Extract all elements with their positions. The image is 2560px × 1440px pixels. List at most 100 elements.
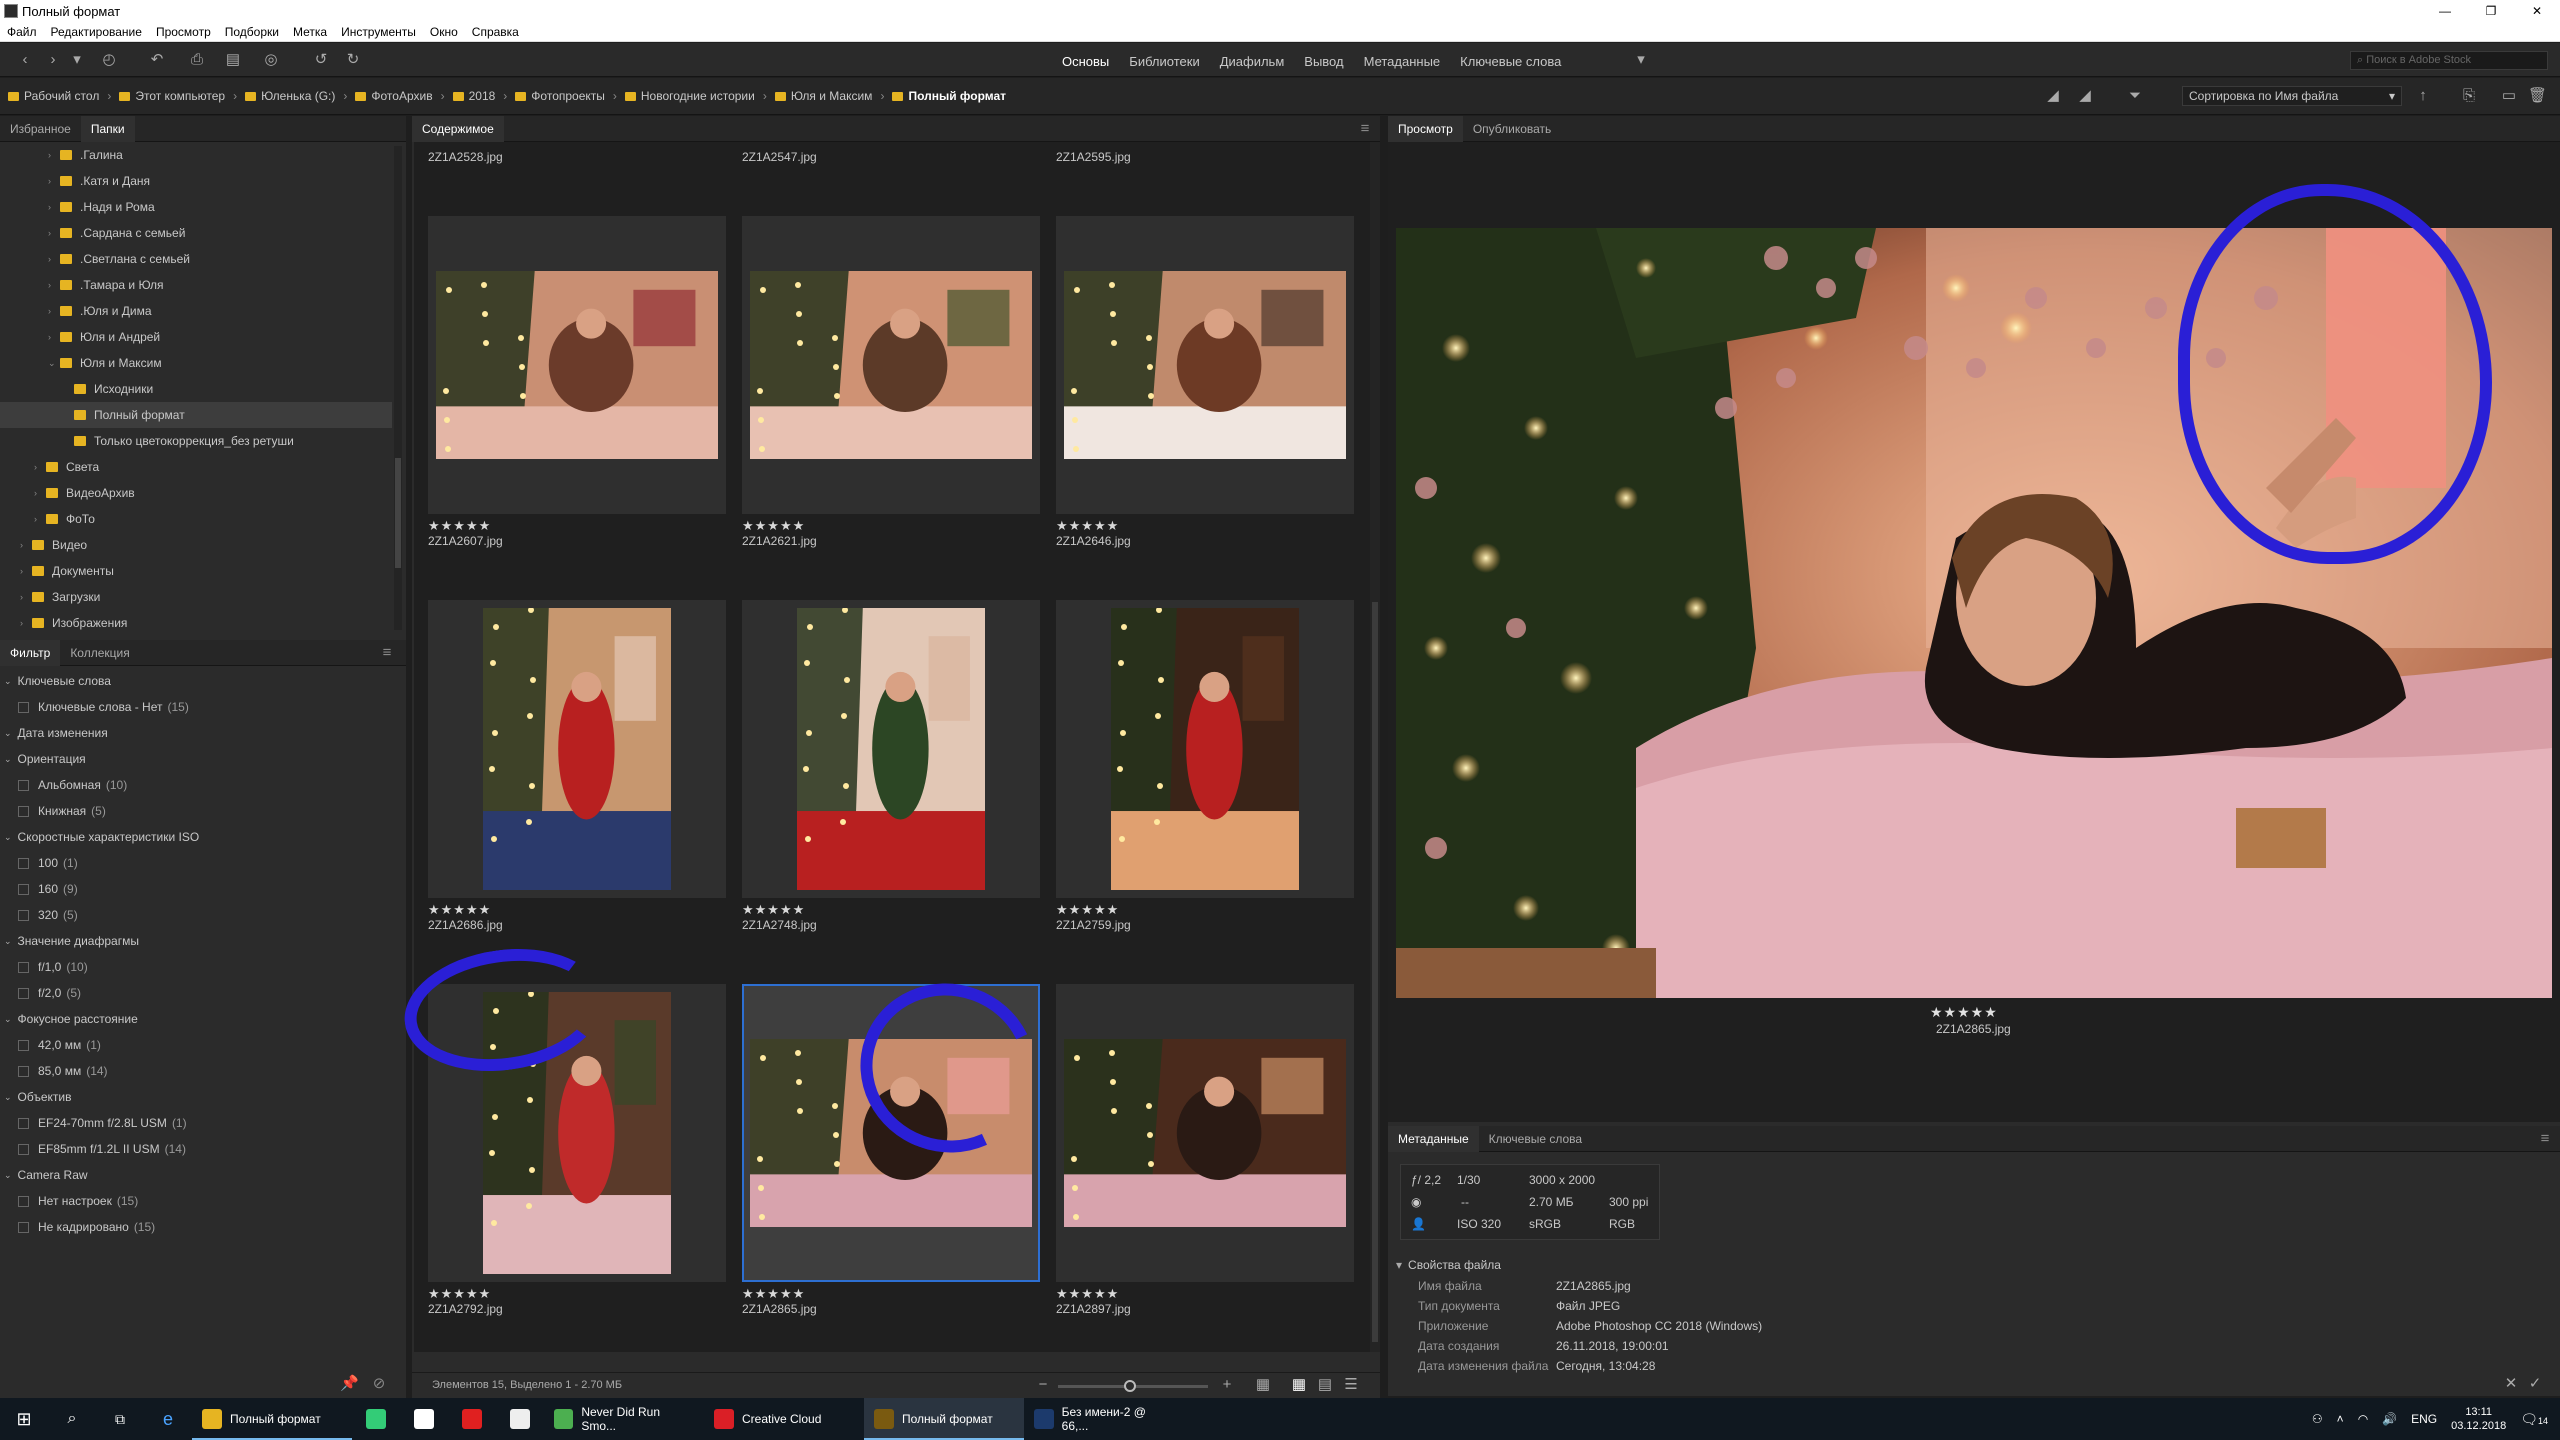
camera-icon[interactable]: ⎙ — [188, 52, 206, 68]
menu-item[interactable]: Окно — [423, 25, 465, 39]
filter-category[interactable]: ⌄ Объектив — [0, 1084, 406, 1110]
stock-search-input[interactable]: ⌕ Поиск в Adobe Stock — [2350, 51, 2548, 70]
zoom-in-icon[interactable]: + — [1218, 1377, 1236, 1393]
thumbnail-rating[interactable]: ★★★★★ — [1056, 902, 1119, 918]
language-indicator[interactable]: ENG — [2411, 1412, 2437, 1426]
folder-tree-item[interactable]: › Документы — [0, 558, 392, 584]
breadcrumb-item[interactable]: Фотопроекты — [515, 89, 605, 103]
slider-thumb[interactable] — [1124, 1380, 1136, 1392]
folder-tree-item[interactable]: ⌄ Юля и Максим — [0, 350, 392, 376]
menu-item[interactable]: Инструменты — [334, 25, 423, 39]
menu-item[interactable]: Просмотр — [149, 25, 218, 39]
filter-checkbox[interactable] — [18, 987, 29, 999]
filter-item[interactable]: f/2,0 (5) — [0, 980, 406, 1006]
thumbnail-rating[interactable]: ★★★★★ — [1056, 518, 1119, 534]
refine-icon[interactable]: ▤ — [224, 52, 242, 68]
folder-tree-item[interactable]: › ВидеоАрхив — [0, 480, 392, 506]
folder-tree-item[interactable]: › Света — [0, 454, 392, 480]
filter-category[interactable]: ⌄ Дата изменения — [0, 720, 406, 746]
panel-tab[interactable]: Избранное — [0, 122, 81, 136]
expand-icon[interactable]: › — [48, 202, 58, 212]
thumbnail-rating[interactable]: ★★★★★ — [428, 518, 491, 534]
new-folder-icon[interactable]: ▭ — [2500, 88, 2518, 104]
panel-tab[interactable]: Метаданные — [1388, 1125, 1479, 1152]
expand-icon[interactable]: › — [20, 566, 30, 576]
filter-checkbox[interactable] — [18, 805, 29, 817]
filter-item[interactable]: 160 (9) — [0, 876, 406, 902]
sort-select[interactable]: Сортировка по Имя файла ▾ — [2182, 86, 2402, 106]
network-icon[interactable]: ◠ — [2358, 1412, 2368, 1426]
grid-scrollbar[interactable] — [1370, 142, 1380, 1352]
expand-icon[interactable]: › — [34, 514, 44, 524]
task-view-icon[interactable]: ⧉ — [96, 1398, 144, 1440]
clear-filter-icon[interactable]: ⊘ — [370, 1376, 388, 1392]
folder-tree-item[interactable]: Только цветокоррекция_без ретуши — [0, 428, 392, 454]
thumbnail-rating[interactable]: ★★★★★ — [428, 1286, 491, 1302]
folder-tree-item[interactable]: › .Сардана с семьей — [0, 220, 392, 246]
workspace-tab[interactable]: Метаданные — [1356, 51, 1449, 72]
rating-filter-icon[interactable]: ◢ — [2076, 88, 2094, 104]
file-properties-header[interactable]: ▾ Свойства файла — [1396, 1254, 2546, 1276]
expand-icon[interactable]: › — [48, 150, 58, 160]
back-icon[interactable]: ‹ — [16, 52, 34, 68]
folder-tree-item[interactable]: Исходники — [0, 376, 392, 402]
folder-tree-item[interactable]: › .Светлана с семьей — [0, 246, 392, 272]
filter-checkbox[interactable] — [18, 1195, 29, 1207]
panel-menu-icon[interactable]: ≡ — [2536, 1131, 2554, 1147]
tree-scrollbar[interactable] — [394, 146, 402, 630]
folder-tree-item[interactable]: › Изображения — [0, 610, 392, 634]
panel-tab[interactable]: Ключевые слова — [1479, 1132, 1592, 1146]
expand-icon[interactable]: › — [48, 280, 58, 290]
details-view-icon[interactable]: ▤ — [1316, 1377, 1334, 1393]
thumbnail-rating[interactable]: ★★★★★ — [742, 1286, 805, 1302]
sort-direction-icon[interactable]: ↑ — [2414, 88, 2432, 104]
workspace-tab[interactable]: Вывод — [1296, 51, 1351, 72]
taskbar-app[interactable]: Полный формат — [864, 1398, 1024, 1440]
breadcrumb-item[interactable]: ФотоАрхив — [355, 89, 433, 103]
taskbar-app[interactable] — [448, 1398, 496, 1440]
filter-category[interactable]: ⌄ Скоростные характеристики ISO — [0, 824, 406, 850]
workspace-tab[interactable]: Основы — [1054, 51, 1117, 72]
filter-item[interactable]: EF24-70mm f/2.8L USM (1) — [0, 1110, 406, 1136]
filter-checkbox[interactable] — [18, 1221, 29, 1233]
filter-item[interactable]: 42,0 мм (1) — [0, 1032, 406, 1058]
panel-menu-icon[interactable]: ≡ — [1356, 121, 1374, 137]
folder-tree-item[interactable]: › ФоТо — [0, 506, 392, 532]
breadcrumb-item[interactable]: Юля и Максим — [774, 89, 872, 103]
filter-category[interactable]: ⌄ Camera Raw — [0, 1162, 406, 1188]
filter-category[interactable]: ⌄ Фокусное расстояние — [0, 1006, 406, 1032]
close-icon[interactable]: ✕ — [2514, 0, 2560, 22]
taskbar-app[interactable]: Creative Cloud — [704, 1398, 864, 1440]
expand-icon[interactable]: › — [34, 488, 44, 498]
edge-icon[interactable]: e — [144, 1398, 192, 1440]
taskbar-app[interactable] — [496, 1398, 544, 1440]
folder-tree-item[interactable]: › .Надя и Рома — [0, 194, 392, 220]
filter-checkbox[interactable] — [18, 701, 29, 713]
folder-tree-item[interactable]: › .Тамара и Юля — [0, 272, 392, 298]
menu-item[interactable]: Метка — [286, 25, 334, 39]
quality-icon[interactable]: ◢ — [2044, 88, 2062, 104]
panel-tab[interactable]: Коллекция — [60, 646, 139, 660]
panel-tab[interactable]: Просмотр — [1388, 115, 1463, 142]
menu-item[interactable]: Редактирование — [44, 25, 149, 39]
grid-scrollbar-thumb[interactable] — [1372, 602, 1378, 1342]
thumbnail-item[interactable]: ★★★★★ 2Z1A2686.jpg — [428, 600, 726, 932]
folder-tree-item[interactable]: › Юля и Андрей — [0, 324, 392, 350]
recent-icon[interactable]: ◴ — [100, 52, 118, 68]
filter-icon[interactable]: ⏷ — [2126, 88, 2144, 104]
expand-icon[interactable]: › — [48, 228, 58, 238]
menu-item[interactable]: Справка — [465, 25, 526, 39]
expand-icon[interactable]: › — [34, 462, 44, 472]
expand-icon[interactable]: › — [20, 540, 30, 550]
panel-tab[interactable]: Папки — [80, 115, 135, 142]
chevron-up-icon[interactable]: ˄ — [2337, 1412, 2344, 1426]
minimize-icon[interactable]: — — [2422, 0, 2468, 22]
taskbar-app[interactable]: Never Did Run Smo... — [544, 1398, 704, 1440]
volume-icon[interactable]: 🔊 — [2382, 1412, 2397, 1426]
taskbar-app[interactable] — [400, 1398, 448, 1440]
thumbnail-item[interactable]: ★★★★★ 2Z1A2748.jpg — [742, 600, 1040, 932]
open-in-camera-raw-icon[interactable]: ◎ — [262, 52, 280, 68]
thumbnail-rating[interactable]: ★★★★★ — [742, 902, 805, 918]
trash-icon[interactable]: 🗑 — [2528, 88, 2547, 104]
filter-item[interactable]: Книжная (5) — [0, 798, 406, 824]
